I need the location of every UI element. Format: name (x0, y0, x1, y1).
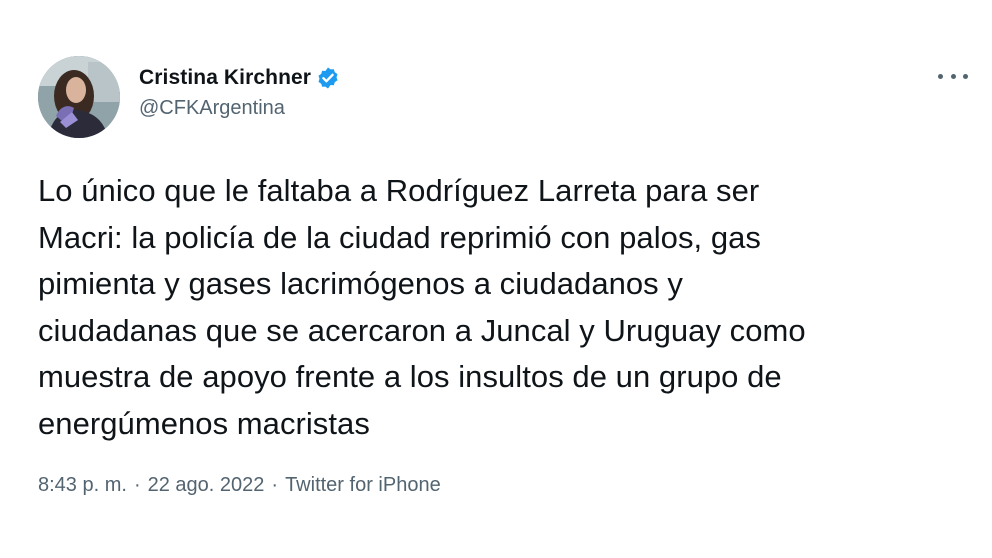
more-dot (963, 73, 968, 79)
more-dot (950, 73, 956, 79)
tweet-card: Cristina Kirchner @CFKArgentina Lo único… (0, 0, 992, 558)
more-options-icon[interactable] (938, 66, 968, 86)
tweet-text: Lo único que le faltaba a Rodríguez Larr… (38, 173, 806, 441)
meta-separator: · (271, 474, 279, 496)
meta-separator: · (133, 474, 141, 496)
tweet-time[interactable]: 8:43 p. m. (38, 474, 127, 497)
author-handle[interactable]: @CFKArgentina (139, 97, 285, 120)
tweet-source[interactable]: Twitter for iPhone (285, 474, 441, 497)
author-name-row[interactable]: Cristina Kirchner (139, 64, 340, 92)
author-display-name[interactable]: Cristina Kirchner (139, 66, 311, 90)
tweet-metadata: 8:43 p. m. · 22 ago. 2022 · Twitter for … (38, 474, 441, 497)
avatar[interactable] (38, 56, 120, 138)
tweet-date[interactable]: 22 ago. 2022 (148, 474, 265, 497)
verified-badge-icon (316, 66, 340, 90)
more-dot (938, 73, 943, 79)
